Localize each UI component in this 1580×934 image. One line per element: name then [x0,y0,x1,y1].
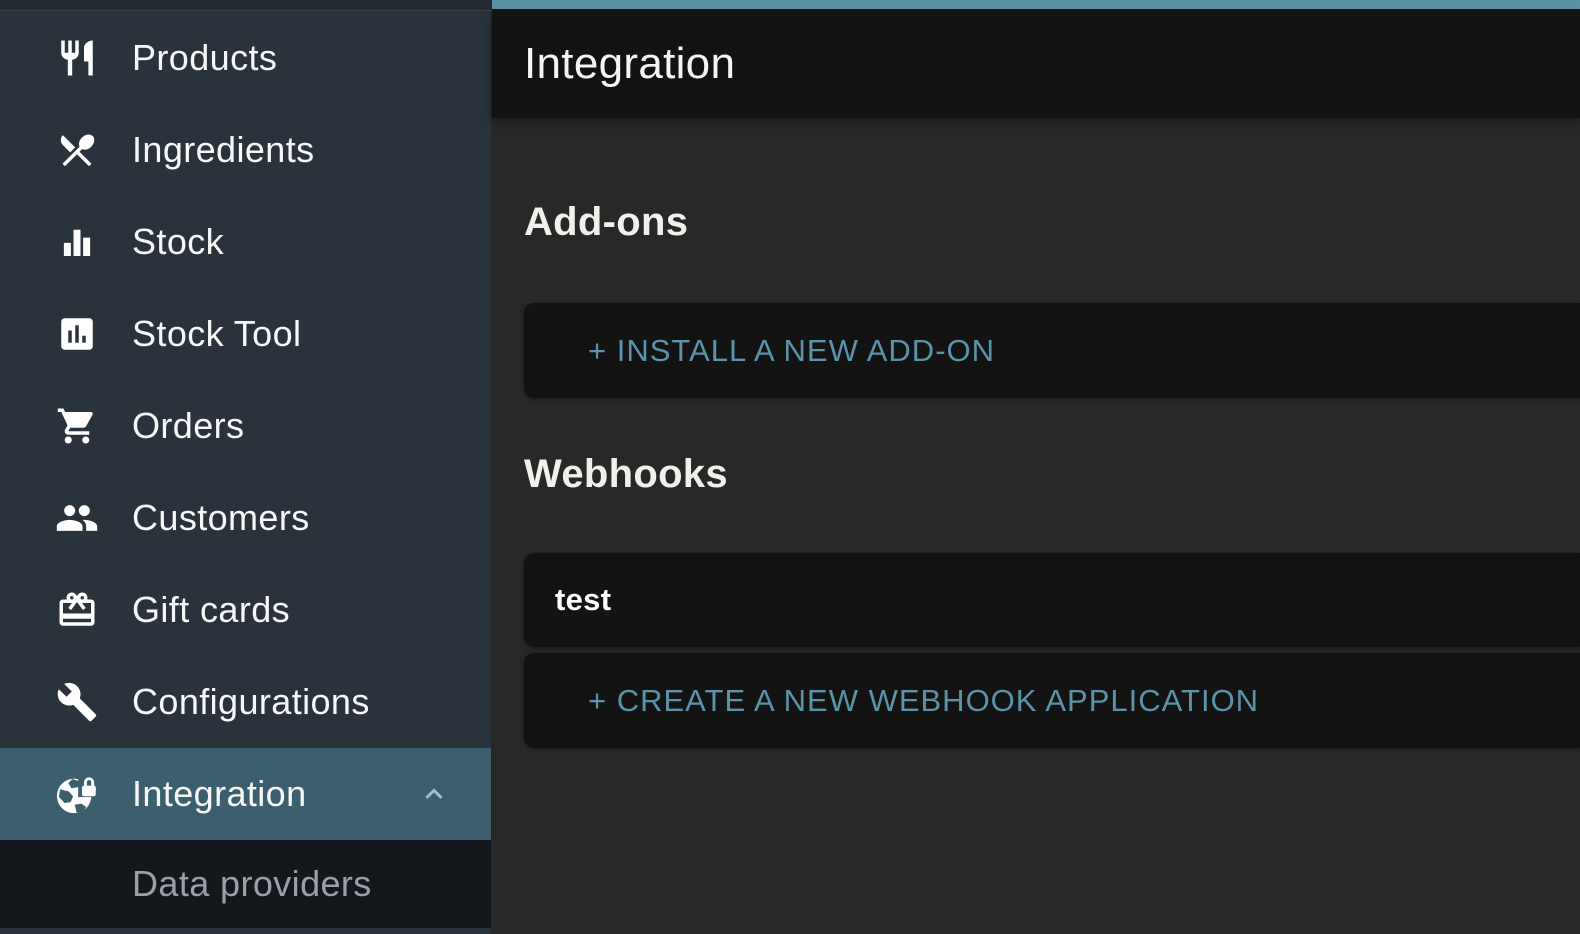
globe-lock-icon [49,771,105,817]
page-title: Integration [524,39,735,89]
chart-box-icon [49,313,105,355]
sidebar-top-divider [0,0,491,11]
top-accent-bar [492,0,1580,9]
sidebar-item-ingredients[interactable]: Ingredients [0,104,491,196]
sidebar-item-label: Stock Tool [132,313,301,355]
sidebar-item-data-providers[interactable]: Data providers [0,840,491,928]
webhook-app-name: test [524,582,611,618]
shopping-cart-icon [49,405,105,447]
sidebar-item-label: Products [132,37,277,79]
sidebar-item-gift-cards[interactable]: Gift cards [0,564,491,656]
sidebar-item-label: Customers [132,497,310,539]
utensils-crossed-icon [49,129,105,171]
sidebar-item-customers[interactable]: Customers [0,472,491,564]
sidebar-item-stock-tool[interactable]: Stock Tool [0,288,491,380]
addons-section-heading: Add-ons [524,200,688,245]
webhooks-section-heading: Webhooks [524,452,728,497]
chevron-up-icon [417,777,451,811]
sidebar-item-label: Orders [132,405,244,447]
create-webhook-card: + CREATE A NEW WEBHOOK APPLICATION [524,653,1580,748]
bar-chart-icon [49,221,105,263]
app-screen: Products Ingredients Stock Stock Tool [0,0,1580,934]
restaurant-icon [49,37,105,79]
sidebar-item-integration[interactable]: Integration [0,748,491,840]
sidebar-item-label: Ingredients [132,129,315,171]
people-icon [49,496,105,540]
sidebar-item-label: Gift cards [132,589,290,631]
sidebar-item-label: Integration [132,773,307,815]
install-addon-card: + INSTALL A NEW ADD-ON [524,303,1580,398]
sidebar-nav: Products Ingredients Stock Stock Tool [0,12,491,928]
wrench-icon [49,681,105,723]
sidebar-item-label: Configurations [132,681,370,723]
sidebar-submenu-integration: Data providers [0,840,491,928]
sidebar-subitem-label: Data providers [132,863,372,905]
gift-icon [49,589,105,631]
sidebar-item-orders[interactable]: Orders [0,380,491,472]
install-addon-button[interactable]: + INSTALL A NEW ADD-ON [524,333,995,369]
sidebar-item-stock[interactable]: Stock [0,196,491,288]
webhook-app-row[interactable]: test [524,553,1580,647]
main-area: Integration Add-ons + INSTALL A NEW ADD-… [492,0,1580,934]
page-header: Integration [492,9,1580,118]
sidebar: Products Ingredients Stock Stock Tool [0,0,492,934]
create-webhook-button[interactable]: + CREATE A NEW WEBHOOK APPLICATION [524,683,1259,719]
sidebar-item-products[interactable]: Products [0,12,491,104]
sidebar-item-label: Stock [132,221,224,263]
sidebar-item-configurations[interactable]: Configurations [0,656,491,748]
